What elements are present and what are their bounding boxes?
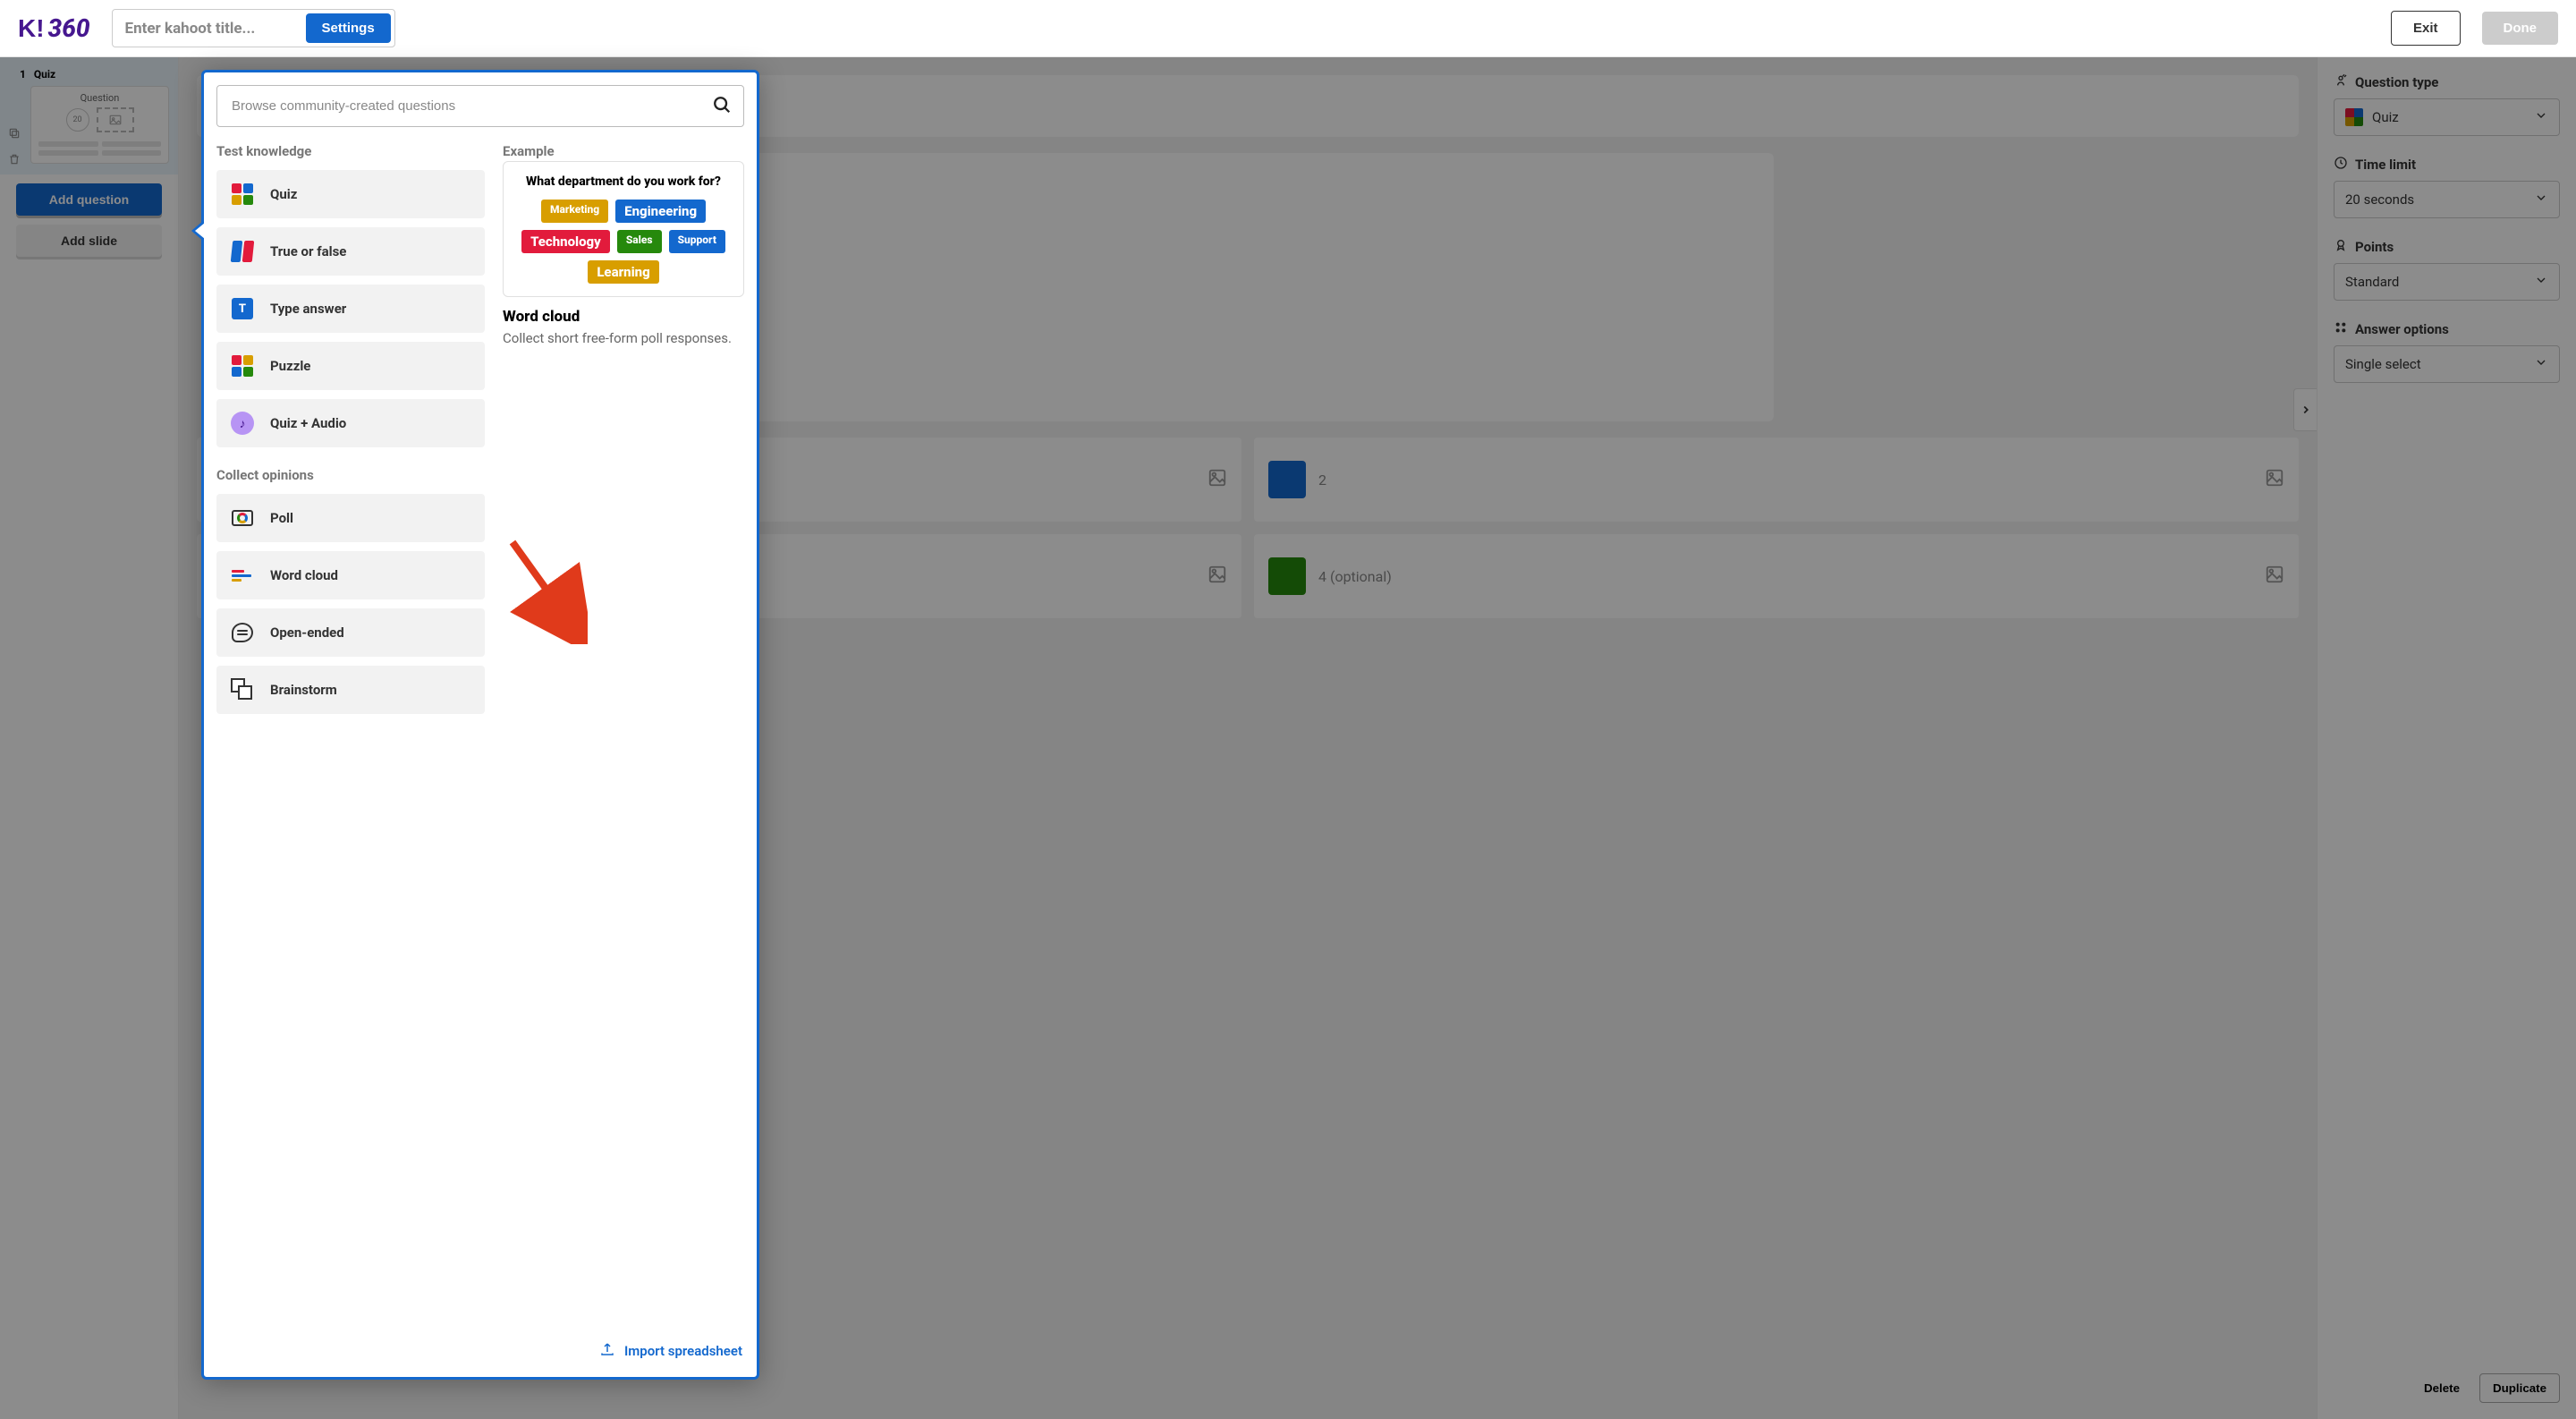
logo-k-icon: K! (18, 14, 45, 43)
true-false-icon (229, 238, 256, 265)
audio-icon: ♪ (229, 410, 256, 437)
type-label: Word cloud (270, 567, 338, 583)
type-label: True or false (270, 243, 346, 259)
example-question: What department do you work for? (516, 174, 731, 189)
search-icon[interactable] (712, 95, 732, 118)
header: K! 360 Enter kahoot title... Settings Ex… (0, 0, 2576, 57)
question-type-type-answer[interactable]: T Type answer (216, 285, 485, 333)
open-ended-icon (229, 619, 256, 646)
example-tag: Engineering (615, 200, 706, 223)
poll-icon (229, 505, 256, 531)
example-tag: Sales (617, 230, 662, 253)
question-type-open-ended[interactable]: Open-ended (216, 608, 485, 657)
type-label: Quiz + Audio (270, 415, 346, 431)
question-type-poll[interactable]: Poll (216, 494, 485, 542)
example-tag-cloud: Marketing Engineering Technology Sales S… (516, 200, 731, 284)
example-tag: Marketing (541, 200, 608, 223)
question-type-word-cloud[interactable]: Word cloud (216, 551, 485, 599)
add-question-modal: Test knowledge Quiz True or false T Type… (201, 70, 759, 1380)
example-title: Word cloud (503, 308, 744, 326)
test-knowledge-heading: Test knowledge (216, 143, 485, 159)
search-input[interactable] (216, 85, 744, 127)
type-answer-icon: T (229, 295, 256, 322)
type-label: Poll (270, 510, 293, 526)
type-label: Quiz (270, 186, 297, 202)
upload-icon (599, 1341, 615, 1361)
example-tag: Technology (521, 230, 610, 253)
logo-text: 360 (48, 13, 90, 43)
logo: K! 360 (18, 13, 90, 43)
type-label: Type answer (270, 301, 346, 317)
type-label: Brainstorm (270, 682, 337, 698)
example-tag: Support (669, 230, 725, 253)
import-label: Import spreadsheet (624, 1343, 742, 1359)
type-label: Open-ended (270, 625, 344, 641)
collect-opinions-heading: Collect opinions (216, 467, 485, 483)
question-type-puzzle[interactable]: Puzzle (216, 342, 485, 390)
question-type-brainstorm[interactable]: Brainstorm (216, 666, 485, 714)
example-preview-card: What department do you work for? Marketi… (503, 161, 744, 297)
settings-button[interactable]: Settings (306, 13, 391, 43)
word-cloud-icon (229, 562, 256, 589)
example-tag: Learning (588, 260, 658, 284)
example-heading: Example (503, 143, 744, 159)
title-settings-group[interactable]: Enter kahoot title... Settings (112, 9, 395, 47)
title-input[interactable]: Enter kahoot title... (125, 20, 295, 38)
done-button[interactable]: Done (2482, 12, 2559, 45)
import-spreadsheet-button[interactable]: Import spreadsheet (503, 1338, 744, 1364)
type-label: Puzzle (270, 358, 310, 374)
question-type-quiz-audio[interactable]: ♪ Quiz + Audio (216, 399, 485, 447)
quiz-icon (229, 181, 256, 208)
modal-pointer-icon (191, 220, 204, 242)
example-description: Collect short free-form poll responses. (503, 329, 744, 347)
brainstorm-icon (229, 676, 256, 703)
question-type-quiz[interactable]: Quiz (216, 170, 485, 218)
question-type-true-false[interactable]: True or false (216, 227, 485, 276)
exit-button[interactable]: Exit (2391, 11, 2461, 46)
puzzle-icon (229, 353, 256, 379)
